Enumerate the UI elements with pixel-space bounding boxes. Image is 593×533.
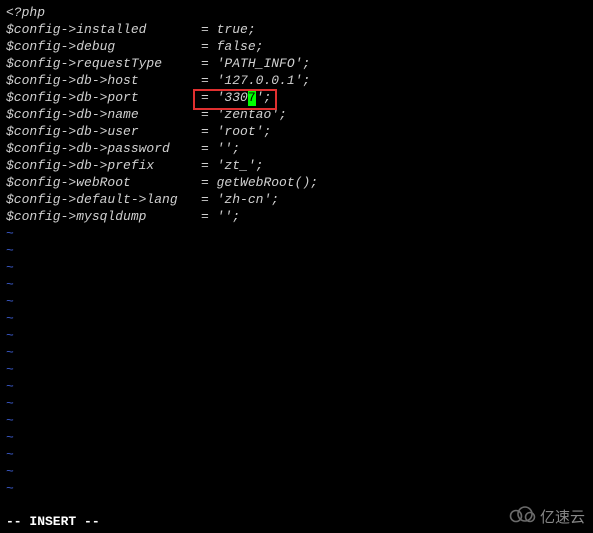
empty-line-tilde: ~ [6, 480, 587, 497]
code-line: $config->debug = false; [6, 38, 587, 55]
empty-line-tilde: ~ [6, 293, 587, 310]
empty-line-tilde: ~ [6, 378, 587, 395]
empty-line-tilde: ~ [6, 310, 587, 327]
empty-line-tilde: ~ [6, 412, 587, 429]
empty-line-tilde: ~ [6, 395, 587, 412]
empty-line-tilde: ~ [6, 259, 587, 276]
code-line: $config->default->lang = 'zh-cn'; [6, 191, 587, 208]
empty-line-tilde: ~ [6, 225, 587, 242]
code-line: $config->requestType = 'PATH_INFO'; [6, 55, 587, 72]
code-line: $config->installed = true; [6, 21, 587, 38]
code-line: $config->webRoot = getWebRoot(); [6, 174, 587, 191]
empty-line-tilde: ~ [6, 463, 587, 480]
empty-line-tilde: ~ [6, 361, 587, 378]
text-cursor: 7 [248, 89, 256, 106]
code-line: $config->db->password = ''; [6, 140, 587, 157]
watermark: 亿速云 [508, 505, 585, 527]
code-line: $config->mysqldump = ''; [6, 208, 587, 225]
editor-viewport[interactable]: <?php $config->installed = true;$config-… [6, 4, 587, 497]
empty-line-tilde: ~ [6, 276, 587, 293]
empty-line-tilde: ~ [6, 327, 587, 344]
cloud-icon [508, 505, 536, 527]
empty-line-tilde: ~ [6, 344, 587, 361]
code-line: $config->db->user = 'root'; [6, 123, 587, 140]
code-line-open-tag: <?php [6, 4, 587, 21]
empty-line-tilde: ~ [6, 429, 587, 446]
code-line: $config->db->host = '127.0.0.1'; [6, 72, 587, 89]
empty-line-tilde: ~ [6, 446, 587, 463]
empty-line-tilde: ~ [6, 242, 587, 259]
code-line: $config->db->port = '3307'; [6, 89, 587, 106]
code-line: $config->db->prefix = 'zt_'; [6, 157, 587, 174]
vim-mode-status: -- INSERT -- [6, 514, 100, 529]
code-line: $config->db->name = 'zentao'; [6, 106, 587, 123]
watermark-text: 亿速云 [540, 506, 585, 527]
